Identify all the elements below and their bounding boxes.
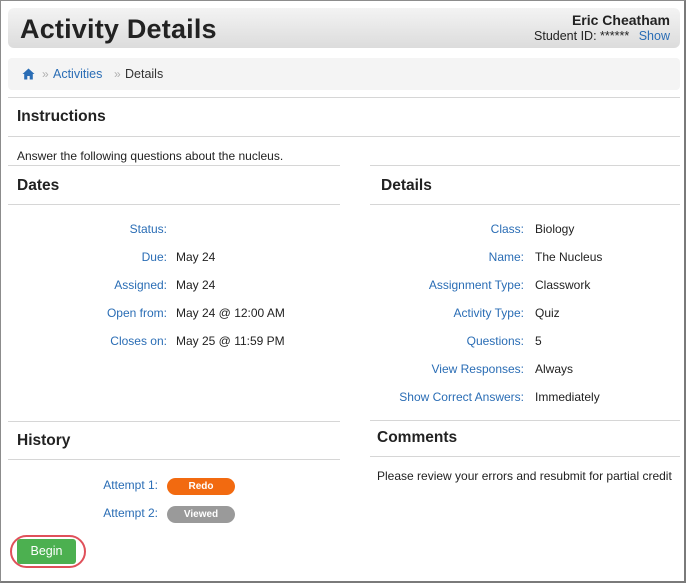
details-activity-type-value: Quiz [535, 306, 560, 320]
divider [8, 421, 340, 422]
instructions-text: Answer the following questions about the… [17, 149, 284, 163]
comments-heading: Comments [377, 429, 458, 446]
details-name-value: The Nucleus [535, 250, 603, 264]
show-student-id-link[interactable]: Show [639, 29, 670, 43]
dates-due-value: May 24 [176, 250, 216, 264]
attempt-1-status-badge[interactable]: Redo [167, 478, 235, 495]
details-questions-label: Questions: [466, 334, 524, 348]
details-class-label: Class: [490, 222, 524, 236]
attempt-1-label: Attempt 1: [103, 478, 158, 492]
divider [370, 204, 680, 205]
begin-button[interactable]: Begin [17, 539, 76, 564]
page-header: Activity Details Eric Cheatham Student I… [8, 8, 680, 48]
history-heading: History [17, 432, 71, 449]
details-view-responses-value: Always [535, 362, 574, 376]
dates-assigned-value: May 24 [176, 278, 216, 292]
instructions-heading: Instructions [17, 108, 106, 125]
dates-closes-on-label: Closes on: [110, 334, 167, 348]
attempt-2-status-badge: Viewed [167, 506, 235, 523]
student-id-value: ****** [600, 29, 630, 43]
user-name: Eric Cheatham [571, 12, 670, 28]
details-questions-value: 5 [535, 334, 542, 348]
comment-text: Please review your errors and resubmit f… [377, 469, 672, 483]
divider [8, 165, 340, 166]
divider [370, 420, 680, 421]
divider [8, 97, 680, 98]
dates-due-label: Due: [141, 250, 167, 264]
dates-heading: Dates [17, 177, 60, 194]
dates-open-from-value: May 24 @ 12:00 AM [176, 306, 285, 320]
details-assignment-type-label: Assignment Type: [428, 278, 524, 292]
breadcrumb-separator: » [42, 67, 49, 81]
divider [370, 165, 680, 166]
divider [8, 136, 680, 137]
dates-assigned-label: Assigned: [114, 278, 167, 292]
details-show-correct-answers-label: Show Correct Answers: [399, 390, 524, 404]
dates-closes-on-value: May 25 @ 11:59 PM [176, 334, 285, 348]
attempt-2-label: Attempt 2: [103, 506, 158, 520]
breadcrumb-current: Details [125, 67, 164, 81]
divider [370, 456, 680, 457]
divider [8, 204, 340, 205]
home-icon[interactable] [22, 68, 35, 80]
student-id-line: Student ID: ****** Show [534, 29, 670, 43]
breadcrumb-activities-link[interactable]: Activities [53, 67, 102, 81]
dates-open-from-label: Open from: [106, 306, 167, 320]
details-heading: Details [381, 177, 432, 194]
details-show-correct-answers-value: Immediately [535, 390, 600, 404]
page-title: Activity Details [20, 14, 217, 44]
dates-status-label: Status: [129, 222, 167, 236]
details-class-value: Biology [535, 222, 575, 236]
breadcrumb-separator: » [114, 67, 121, 81]
details-name-label: Name: [488, 250, 524, 264]
details-view-responses-label: View Responses: [431, 362, 525, 376]
divider [8, 459, 340, 460]
details-assignment-type-value: Classwork [535, 278, 591, 292]
breadcrumb: » Activities » Details [8, 58, 680, 90]
details-activity-type-label: Activity Type: [453, 306, 524, 320]
student-id-label: Student ID: [534, 29, 597, 43]
